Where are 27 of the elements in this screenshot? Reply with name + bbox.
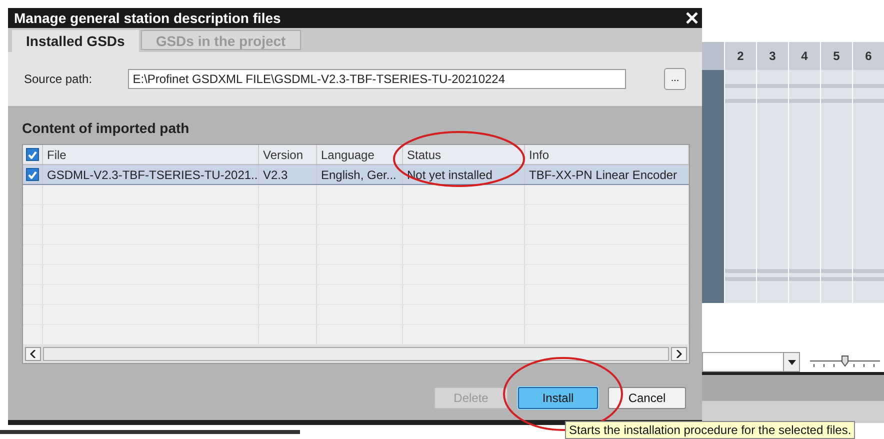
slider-thumb[interactable] bbox=[842, 356, 848, 367]
table-cell: English, Ger... bbox=[317, 165, 403, 184]
horizontal-scrollbar-thumb[interactable] bbox=[43, 347, 669, 361]
table-cell: GSDML-V2.3-TBF-TSERIES-TU-2021... bbox=[43, 165, 259, 184]
source-path-field[interactable]: E:\Profinet GSDXML FILE\GSDML-V2.3-TBF-TSERIES-TU-20210224 bbox=[128, 69, 626, 89]
tab[interactable]: Installed GSDs bbox=[12, 30, 139, 52]
scroll-left-button[interactable] bbox=[25, 347, 41, 361]
column-header: Language bbox=[317, 145, 403, 164]
table-cell: TBF-XX-PN Linear Encoder bbox=[525, 165, 689, 184]
dialog-button[interactable]: Install bbox=[518, 387, 598, 409]
checkbox[interactable] bbox=[26, 148, 39, 161]
checkbox[interactable] bbox=[26, 168, 39, 181]
zoom-slider[interactable] bbox=[810, 355, 880, 369]
column-header: Info bbox=[525, 145, 689, 164]
scroll-right-button[interactable] bbox=[671, 347, 687, 361]
corner-cell bbox=[702, 42, 724, 70]
column-header: File bbox=[43, 145, 259, 164]
tooltip: Starts the installation procedure for the selected files. bbox=[565, 421, 856, 439]
dropdown-field[interactable] bbox=[702, 352, 800, 372]
column-header: Status bbox=[403, 145, 525, 164]
table-cell: V2.3 bbox=[259, 165, 317, 184]
dialog-button[interactable]: Cancel bbox=[608, 387, 686, 409]
source-path-label: Source path: bbox=[24, 71, 94, 88]
browse-button[interactable]: ... bbox=[664, 68, 686, 90]
column-header: Version bbox=[259, 145, 317, 164]
section-title: Content of imported path bbox=[22, 119, 190, 138]
window-title: Manage general station description files bbox=[14, 8, 281, 28]
